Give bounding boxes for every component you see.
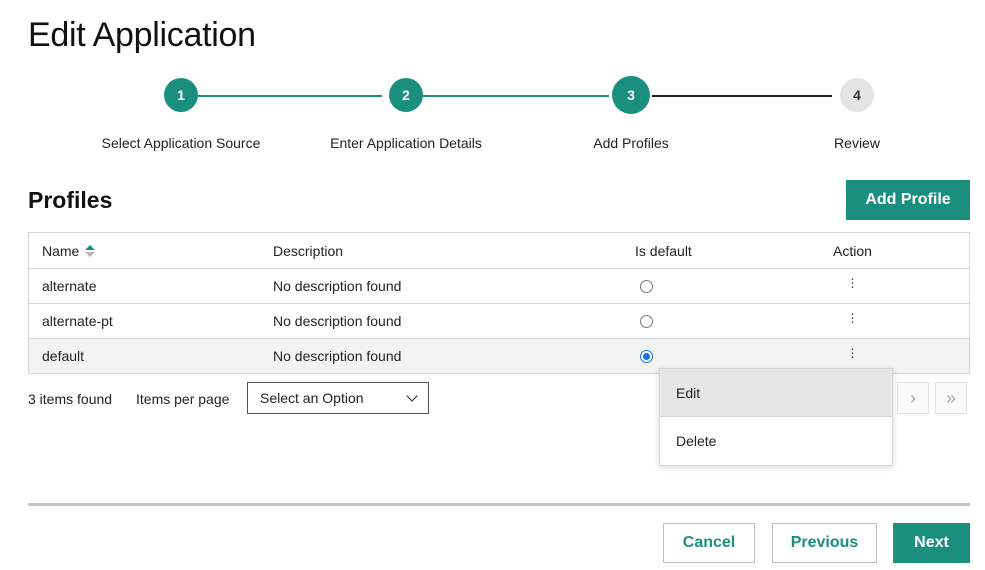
items-per-page-select[interactable]: Select an Option [247,382,429,414]
column-header-name-label: Name [42,242,80,259]
step-1-label: Select Application Source [101,135,261,151]
next-page-button[interactable]: › [897,382,929,414]
footer-divider [28,503,970,506]
items-per-page-label: Items per page [136,391,230,407]
column-header-description: Description [273,242,344,259]
menu-item-edit[interactable]: Edit [660,369,892,417]
chevron-down-icon [406,390,418,402]
profile-description: No description found [273,348,402,364]
next-button[interactable]: Next [893,523,970,563]
sort-ascending-icon[interactable] [85,244,96,257]
profile-name: default [42,348,85,364]
column-header-name[interactable]: Name [29,243,260,259]
step-2-label: Enter Application Details [330,135,482,151]
step-2-circle[interactable]: 2 [389,78,423,112]
step-1-circle[interactable]: 1 [164,78,198,112]
kebab-icon[interactable]: ⋮ [847,347,859,359]
page-title: Edit Application [28,16,256,54]
step-3-label: Add Profiles [593,135,669,151]
kebab-icon[interactable]: ⋮ [847,277,859,289]
default-radio[interactable] [640,280,653,293]
cancel-button[interactable]: Cancel [663,523,755,563]
previous-button[interactable]: Previous [772,523,877,563]
profile-description: No description found [273,313,402,329]
profile-name: alternate [42,278,97,294]
kebab-icon[interactable]: ⋮ [847,312,859,324]
profile-name: alternate-pt [42,313,113,329]
chevron-right-icon: › [910,387,916,408]
table-row: alternate-pt No description found ⋮ [29,303,969,338]
action-menu: Edit Delete [659,368,893,466]
select-value: Select an Option [260,390,364,406]
step-4-label: Review [834,135,880,151]
step-connector-2 [423,95,609,97]
step-3-circle[interactable]: 3 [612,76,650,114]
table-row: alternate No description found ⋮ [29,268,969,303]
profile-description: No description found [273,278,402,294]
step-connector-3 [652,95,832,97]
default-radio-checked[interactable] [640,350,653,363]
column-header-is-default: Is default [635,242,692,259]
table-header: Name Description Is default Action [29,233,969,268]
double-chevron-right-icon: » [945,387,956,408]
column-header-action: Action [833,242,872,259]
step-4-circle[interactable]: 4 [840,78,874,112]
default-radio[interactable] [640,315,653,328]
add-profile-button[interactable]: Add Profile [846,180,970,220]
last-page-button[interactable]: » [935,382,967,414]
profiles-table: Name Description Is default Action alter… [28,232,970,374]
stepper: 1 2 3 4 Select Application Source Enter … [0,76,985,158]
step-connector-1 [198,95,382,97]
items-found-count: 3 items found [28,391,113,407]
menu-item-delete[interactable]: Delete [660,417,892,465]
profiles-title: Profiles [28,187,113,213]
